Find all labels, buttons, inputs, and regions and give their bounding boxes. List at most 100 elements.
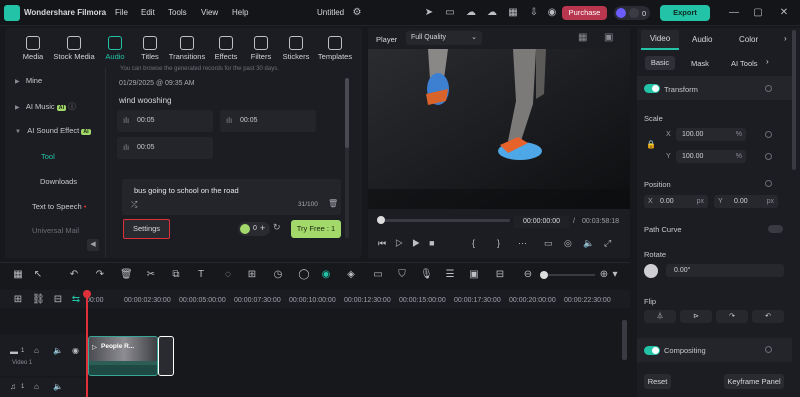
mark-out-icon[interactable]: } [497,238,500,248]
keyframe-icon[interactable] [765,153,772,160]
fullscreen-icon[interactable]: ⤢ [604,238,611,249]
position-x-field[interactable]: X 0.00 px [644,195,708,208]
sidebar-item-ai-sound-effect[interactable]: ▼ AI Sound Effect AI [15,126,91,135]
link-icon[interactable]: ⛓ [32,294,45,306]
playhead-knob[interactable] [377,216,385,224]
send-icon[interactable]: ➤ [423,7,435,19]
scale-y-field[interactable]: 100.00% [676,150,746,163]
prompt-box[interactable]: bus going to school on the road ⤮ 31/100… [122,179,341,215]
list-icon[interactable]: ☰ [444,269,456,281]
export-button[interactable]: Export [660,5,710,21]
zoom-slider[interactable] [540,271,595,279]
mark-in-icon[interactable]: { [472,238,475,248]
monitor-icon[interactable]: ▭ [444,7,456,19]
selected-clip-segment[interactable] [158,336,174,376]
compositing-toggle[interactable] [644,346,660,355]
cloud-icon[interactable]: ☁ [465,7,477,19]
collapse-sidebar-icon[interactable]: ◀ [87,239,99,251]
cut-icon[interactable]: ✂ [145,269,157,281]
audio-clip-card[interactable]: ılı 00:05 [117,137,213,159]
close-icon[interactable]: ✕ [778,7,790,19]
content-scrollbar[interactable] [345,78,349,238]
zoom-in-icon[interactable]: ⊕ [598,269,610,281]
clear-icon[interactable]: 🗑 [328,199,338,208]
reset-button[interactable]: Reset [644,374,671,389]
timer-icon[interactable]: ◷ [272,269,284,281]
tab-video[interactable]: Video [641,30,679,50]
delete-icon[interactable]: 🗑 [120,269,133,281]
add-credit-icon[interactable]: + [260,223,265,233]
menu-view[interactable]: View [201,8,218,17]
keyframe-panel-button[interactable]: Keyframe Panel [724,374,784,389]
zoom-out-icon[interactable]: ⊖ [522,269,534,281]
play-icon[interactable]: ▷ [395,238,412,248]
subtab-basic[interactable]: Basic [645,56,675,70]
scale-x-field[interactable]: 100.00% [676,128,746,141]
audio-clip-card[interactable]: ılı 00:05 [117,110,213,132]
sidebar-item-downloads[interactable]: Downloads [40,177,77,186]
menu-help[interactable]: Help [232,8,248,17]
crop-icon[interactable]: ⧉ [170,269,182,281]
flip-horizontal-button[interactable]: ⏃ [644,310,676,323]
maximize-icon[interactable]: ▢ [752,7,764,19]
keyframe-icon[interactable] [765,180,772,187]
add-track-icon[interactable]: ⊞ [12,294,24,306]
sidebar-item-universal-mail[interactable]: Universal Mail [32,226,79,235]
nav-audio[interactable]: Audio [100,36,130,64]
shuffle-icon[interactable]: ⤮ [131,200,137,210]
stop-icon[interactable]: ■ [429,238,443,248]
ai-copilot-icon[interactable]: ◉ [320,269,332,281]
display-icon[interactable]: ▭ [544,238,553,249]
keyframe-icon[interactable] [765,85,772,92]
sidebar-item-text-to-speech[interactable]: Text to Speech • [32,202,86,211]
try-free-button[interactable]: Try Free : 1 [291,220,341,238]
tab-color[interactable]: Color [739,35,758,44]
effects-tl-icon[interactable]: ⊞ [246,269,258,281]
properties-scrollbar[interactable] [792,30,796,170]
rotate-dial[interactable] [644,264,658,278]
nav-templates[interactable]: Templates [315,36,355,64]
quality-select[interactable]: Full Quality ⌄ [406,31,482,45]
speed-icon[interactable]: ◌ [222,269,234,281]
folder-icon[interactable]: ⌂ [34,346,39,355]
playback-progress[interactable] [377,216,510,224]
chevron-right-icon[interactable]: › [784,34,787,43]
nav-transitions[interactable]: Transitions [166,36,208,64]
timeline-menu-icon[interactable]: ▾ [610,269,620,281]
nav-stock-media[interactable]: Stock Media [50,36,98,64]
grid-icon[interactable]: ▦ [507,7,519,19]
select-icon[interactable]: ↖ [32,269,44,281]
eye-icon[interactable]: ◉ [72,346,79,355]
layout-icon[interactable]: ▦ [12,269,24,281]
timeline-scrollbar[interactable] [622,320,627,360]
snapshot-image-icon[interactable]: ▣ [604,32,613,43]
microphone-icon[interactable]: 🎙 [420,269,433,281]
notification-icon[interactable]: ◉ [546,7,558,19]
cloud-upload-icon[interactable]: ☁ [486,7,498,19]
nav-filters[interactable]: Filters [246,36,276,64]
current-time[interactable]: 00:00:00:00 [514,216,569,228]
stabilize-icon[interactable]: ◯ [298,269,310,281]
minimize-icon[interactable]: — [728,7,740,19]
position-y-field[interactable]: Y 0.00 px [714,195,778,208]
keyframe-icon[interactable] [765,131,772,138]
prev-frame-icon[interactable]: ⏮ [378,238,395,248]
undo-icon[interactable]: ↶ [68,269,80,281]
mute-icon[interactable]: 🔈 [53,382,63,391]
rotate-field[interactable]: 0.00° [666,264,784,277]
camera-icon[interactable]: ◎ [564,238,572,249]
settings-button[interactable]: Settings [123,219,170,239]
keyframe-tl-icon[interactable]: ◈ [345,269,357,281]
grid-overlay-icon[interactable]: ▦ [578,32,587,43]
lock-ratio-icon[interactable]: 🔒 [646,140,656,149]
flip-vertical-button[interactable]: ⊳ [680,310,712,323]
sidebar-item-tool[interactable]: Tool [41,152,55,161]
sidebar-item-ai-music[interactable]: ▶ AI Music AI ⓘ [15,101,76,112]
nav-effects[interactable]: Effects [210,36,242,64]
prompt-input[interactable]: bus going to school on the road [134,186,239,195]
video-clip[interactable]: ▷ People R... [88,336,158,376]
subtab-ai-tools[interactable]: AI Tools [731,59,758,68]
more-options-icon[interactable]: ⋯ [518,238,527,249]
credits-pill[interactable]: 0 [614,6,650,20]
download-icon[interactable]: ⇩ [528,7,540,19]
